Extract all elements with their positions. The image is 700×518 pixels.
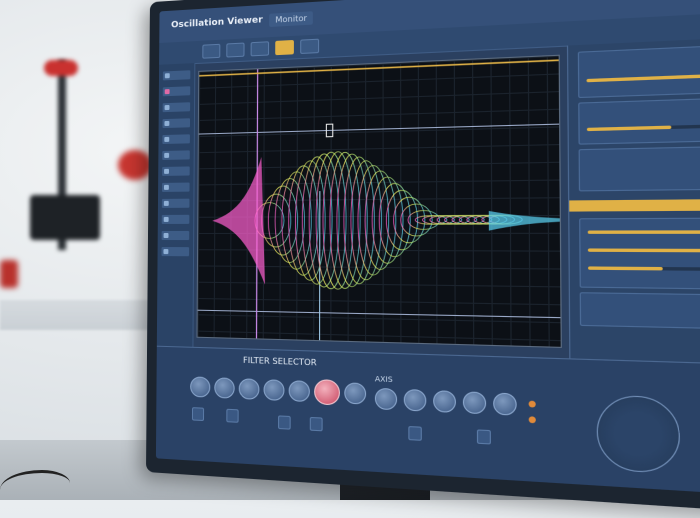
knob-icon[interactable] (344, 382, 366, 404)
waveform-ring (275, 178, 305, 262)
waveform-ring (295, 161, 325, 281)
left-panel-item[interactable] (163, 86, 191, 96)
lab-red-object-left (0, 260, 18, 288)
waveform-ring (358, 165, 389, 275)
waveform-ring (323, 151, 353, 289)
control-button[interactable]: ​ (310, 417, 323, 431)
waveform-plot[interactable] (196, 55, 561, 348)
waveform-ring (289, 166, 319, 276)
right-panel-section (579, 144, 700, 191)
right-panel-section (580, 292, 700, 331)
toolbar-button-4[interactable] (300, 39, 319, 54)
left-panel-item[interactable] (162, 183, 190, 192)
lab-stand-base (30, 195, 100, 240)
left-panel (157, 63, 196, 348)
right-panel (567, 33, 700, 367)
slider-track[interactable] (586, 71, 700, 83)
knob-icon[interactable] (493, 392, 517, 415)
left-panel-item[interactable] (162, 134, 190, 144)
waveform-ring (268, 186, 297, 255)
left-panel-item[interactable] (162, 118, 190, 128)
toolbar-button-1[interactable] (202, 44, 220, 59)
left-panel-item[interactable] (161, 247, 189, 256)
left-panel-item[interactable] (162, 231, 190, 240)
waveform-ring (379, 183, 410, 256)
knob-icon[interactable] (239, 378, 260, 400)
waveform-ring (365, 171, 396, 270)
knob-icon[interactable] (190, 376, 210, 397)
right-panel-section (578, 41, 700, 98)
slider-track[interactable] (588, 230, 700, 234)
toolbar-button-active[interactable] (275, 40, 294, 55)
waveform-tail (489, 211, 560, 231)
knob-icon[interactable] (314, 379, 340, 406)
screen: Oscillation Viewer Monitor – □ × (156, 0, 700, 500)
dial-icon[interactable] (596, 394, 680, 474)
knob-icon[interactable] (214, 377, 234, 398)
control-button[interactable]: ​ (278, 415, 291, 429)
left-panel-item[interactable] (163, 102, 191, 112)
toolbar-button-2[interactable] (226, 43, 244, 58)
slider-track[interactable] (588, 266, 700, 271)
waveform-ring (344, 157, 374, 284)
waveform-ring (372, 177, 403, 264)
horizontal-marker (199, 124, 559, 134)
left-panel-item[interactable] (162, 150, 190, 160)
highlight-row (569, 198, 700, 211)
right-panel-section (578, 95, 700, 145)
waveform-flare (212, 157, 266, 285)
waveform-ring (282, 172, 312, 270)
top-marker (199, 60, 558, 76)
control-button[interactable]: ​ (408, 426, 422, 441)
toolbar-button-3[interactable] (251, 41, 269, 56)
waveform-ring (386, 190, 417, 250)
knob-icon[interactable] (433, 390, 456, 413)
control-button[interactable]: ​ (192, 407, 204, 421)
lab-clamp (44, 60, 78, 76)
slider-track[interactable] (588, 248, 700, 252)
bottom-controls: FILTER SELECTOR AXIS ​ ​ ​ ​ ​ ​ (156, 346, 700, 500)
filter-selector-title: FILTER SELECTOR (243, 356, 317, 368)
axis-label: AXIS (375, 375, 393, 384)
lab-red-object (118, 150, 152, 180)
left-panel-item[interactable] (162, 215, 190, 224)
tab-monitor[interactable]: Monitor (269, 11, 313, 27)
status-indicator (529, 416, 536, 423)
status-indicator (529, 401, 536, 408)
horizontal-marker (198, 310, 561, 317)
knob-icon[interactable] (264, 379, 285, 401)
waveform-ring (337, 154, 367, 287)
waveform-ring (351, 160, 382, 280)
waveform-ring (302, 157, 332, 285)
control-button[interactable]: ​ (226, 409, 238, 423)
app-title: Oscillation Viewer (171, 15, 263, 30)
left-panel-item[interactable] (163, 70, 190, 80)
knob-icon[interactable] (404, 389, 427, 412)
knob-icon[interactable] (375, 388, 397, 411)
waveform-svg (198, 56, 561, 347)
knob-icon[interactable] (289, 380, 310, 402)
left-panel-item[interactable] (162, 199, 190, 208)
knob-icon[interactable] (463, 391, 486, 414)
waveform-ring (309, 154, 339, 288)
right-panel-section (579, 217, 700, 291)
control-button[interactable]: ​ (477, 429, 491, 444)
left-panel-item[interactable] (162, 166, 190, 176)
slider-track[interactable] (587, 122, 700, 131)
waveform-ring (330, 152, 360, 289)
monitor: Oscillation Viewer Monitor – □ × (146, 0, 700, 518)
